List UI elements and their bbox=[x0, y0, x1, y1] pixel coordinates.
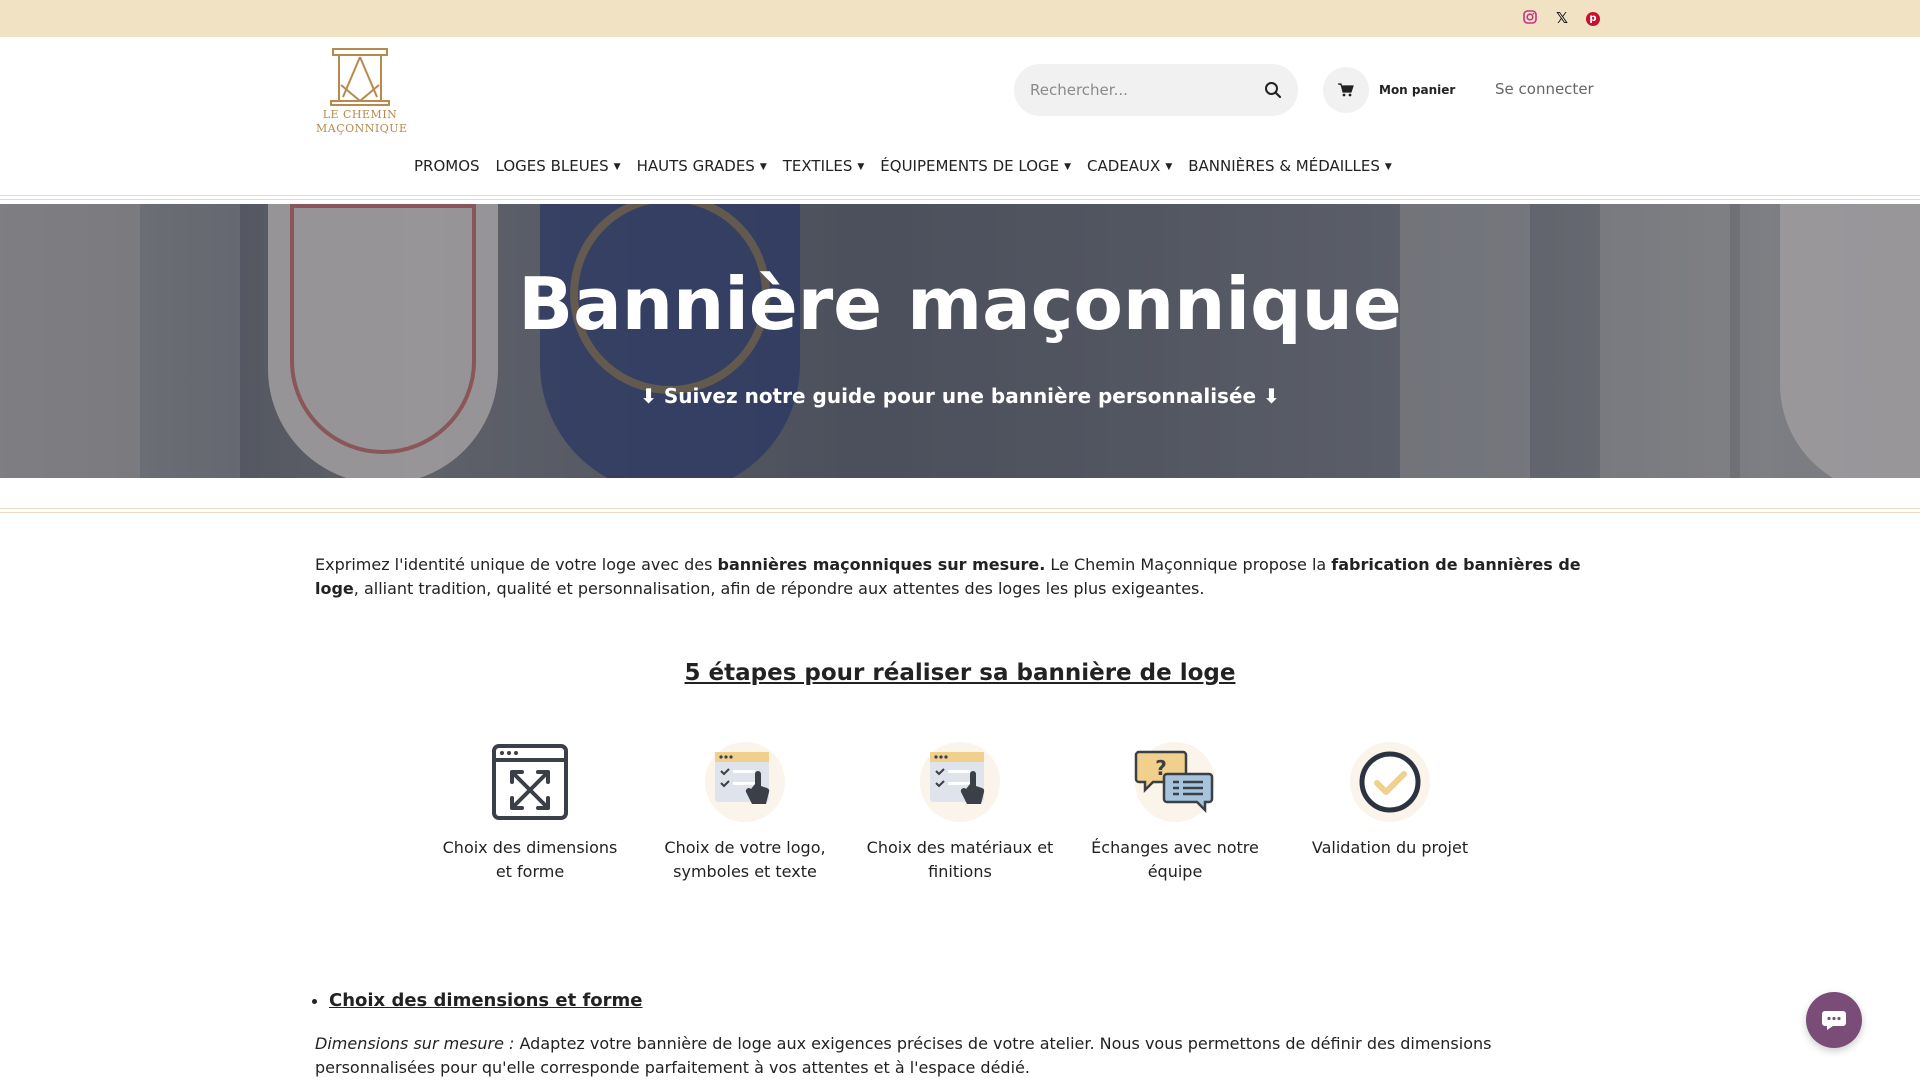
compass-square-logo-icon bbox=[330, 48, 390, 106]
cart-label: Mon panier bbox=[1379, 83, 1456, 97]
caret-down-icon: ▼ bbox=[613, 161, 621, 172]
nav-item-promos[interactable]: PROMOS bbox=[414, 157, 480, 175]
nav-item-equipements-de-loge[interactable]: ÉQUIPEMENTS DE LOGE ▼ bbox=[880, 157, 1071, 175]
step-item: Choix de votre logo, symboles et texte bbox=[650, 740, 840, 884]
step-label: Choix des matériaux et finitions bbox=[866, 838, 1054, 881]
nav-label: BANNIÈRES & MÉDAILLES bbox=[1188, 157, 1380, 175]
caret-down-icon: ▼ bbox=[857, 161, 865, 172]
intro-bold: bannières maçonniques sur mesure. bbox=[717, 555, 1046, 574]
nav-label: LOGES BLEUES bbox=[495, 157, 609, 175]
divider bbox=[0, 512, 1920, 513]
check-circle-icon bbox=[1350, 742, 1430, 822]
nav-item-hauts-grades[interactable]: HAUTS GRADES ▼ bbox=[637, 157, 767, 175]
section-heading[interactable]: Choix des dimensions et forme bbox=[329, 990, 643, 1011]
divider bbox=[0, 195, 1920, 196]
step-label: Choix de votre logo, symboles et texte bbox=[664, 838, 826, 881]
logo-text-line2: MAÇONNIQUE bbox=[316, 122, 408, 135]
intro-text: , alliant tradition, qualité et personna… bbox=[353, 579, 1205, 598]
divider bbox=[0, 199, 1920, 200]
nav-item-textiles[interactable]: TEXTILES ▼ bbox=[783, 157, 865, 175]
step-label: Validation du projet bbox=[1311, 838, 1469, 857]
x-twitter-icon[interactable]: 𝕏 bbox=[1556, 9, 1568, 27]
step-label: Choix des dimensions et forme bbox=[442, 838, 618, 881]
nav-label: ÉQUIPEMENTS DE LOGE bbox=[880, 157, 1060, 175]
logo-text-line1: LE CHEMIN bbox=[322, 108, 398, 121]
step-item: Choix des matériaux et finitions bbox=[865, 740, 1055, 884]
nav-item-cadeaux[interactable]: CADEAUX ▼ bbox=[1087, 157, 1172, 175]
caret-down-icon: ▼ bbox=[759, 161, 767, 172]
step-item: ? Échanges avec notre équipe bbox=[1080, 740, 1270, 884]
caret-down-icon: ▼ bbox=[1384, 161, 1392, 172]
nav-label: HAUTS GRADES bbox=[636, 157, 755, 175]
nav-label: TEXTILES bbox=[782, 157, 853, 175]
chat-bubbles-icon: ? bbox=[1134, 742, 1215, 822]
section-list: Choix des dimensions et forme bbox=[329, 990, 643, 1011]
nav-label: PROMOS bbox=[414, 157, 480, 175]
divider bbox=[0, 508, 1920, 509]
cart-icon bbox=[1323, 67, 1369, 113]
chat-button[interactable] bbox=[1806, 992, 1862, 1048]
caret-down-icon: ▼ bbox=[1165, 161, 1173, 172]
intro-text: Le Chemin Maçonnique propose la bbox=[1045, 555, 1332, 574]
checklist-touch-icon bbox=[705, 742, 785, 822]
intro-paragraph: Exprimez l'identité unique de votre loge… bbox=[315, 553, 1615, 601]
instagram-icon[interactable] bbox=[1523, 10, 1537, 28]
site-logo[interactable]: LE CHEMIN MAÇONNIQUE bbox=[316, 45, 408, 135]
nav-item-loges-bleues[interactable]: LOGES BLEUES ▼ bbox=[496, 157, 621, 175]
section-paragraph: Dimensions sur mesure : Adaptez votre ba… bbox=[315, 1032, 1615, 1080]
chat-icon bbox=[1822, 1011, 1846, 1030]
step-label: Échanges avec notre équipe bbox=[1091, 838, 1259, 881]
hero-banner: Bannière maçonnique ⬇ Suivez notre guide… bbox=[0, 204, 1920, 478]
resize-window-icon bbox=[492, 744, 568, 820]
page-title: Bannière maçonnique bbox=[518, 262, 1402, 346]
search-input[interactable] bbox=[1014, 64, 1234, 116]
search-box bbox=[1014, 64, 1298, 116]
checklist-touch-icon bbox=[920, 742, 1000, 822]
steps-title: 5 étapes pour réaliser sa bannière de lo… bbox=[684, 660, 1236, 686]
caret-down-icon: ▼ bbox=[1064, 161, 1072, 172]
top-bar: 𝕏 p bbox=[0, 0, 1920, 37]
nav-label: CADEAUX bbox=[1087, 157, 1161, 175]
intro-text: Exprimez l'identité unique de votre loge… bbox=[315, 555, 718, 574]
nav-item-bannieres-medailles[interactable]: BANNIÈRES & MÉDAILLES ▼ bbox=[1188, 157, 1392, 175]
main-nav: PROMOS LOGES BLEUES ▼ HAUTS GRADES ▼ TEXTI… bbox=[414, 157, 1408, 175]
step-item: Validation du projet bbox=[1295, 740, 1485, 860]
search-icon[interactable] bbox=[1264, 81, 1282, 103]
step-item: Choix des dimensions et forme bbox=[435, 740, 625, 884]
cart-button[interactable]: Mon panier bbox=[1323, 66, 1455, 114]
login-link[interactable]: Se connecter bbox=[1495, 80, 1594, 98]
pinterest-icon[interactable]: p bbox=[1586, 12, 1600, 26]
hero-subtitle: ⬇ Suivez notre guide pour une bannière p… bbox=[640, 384, 1280, 408]
section-lead: Dimensions sur mesure : bbox=[315, 1034, 515, 1053]
